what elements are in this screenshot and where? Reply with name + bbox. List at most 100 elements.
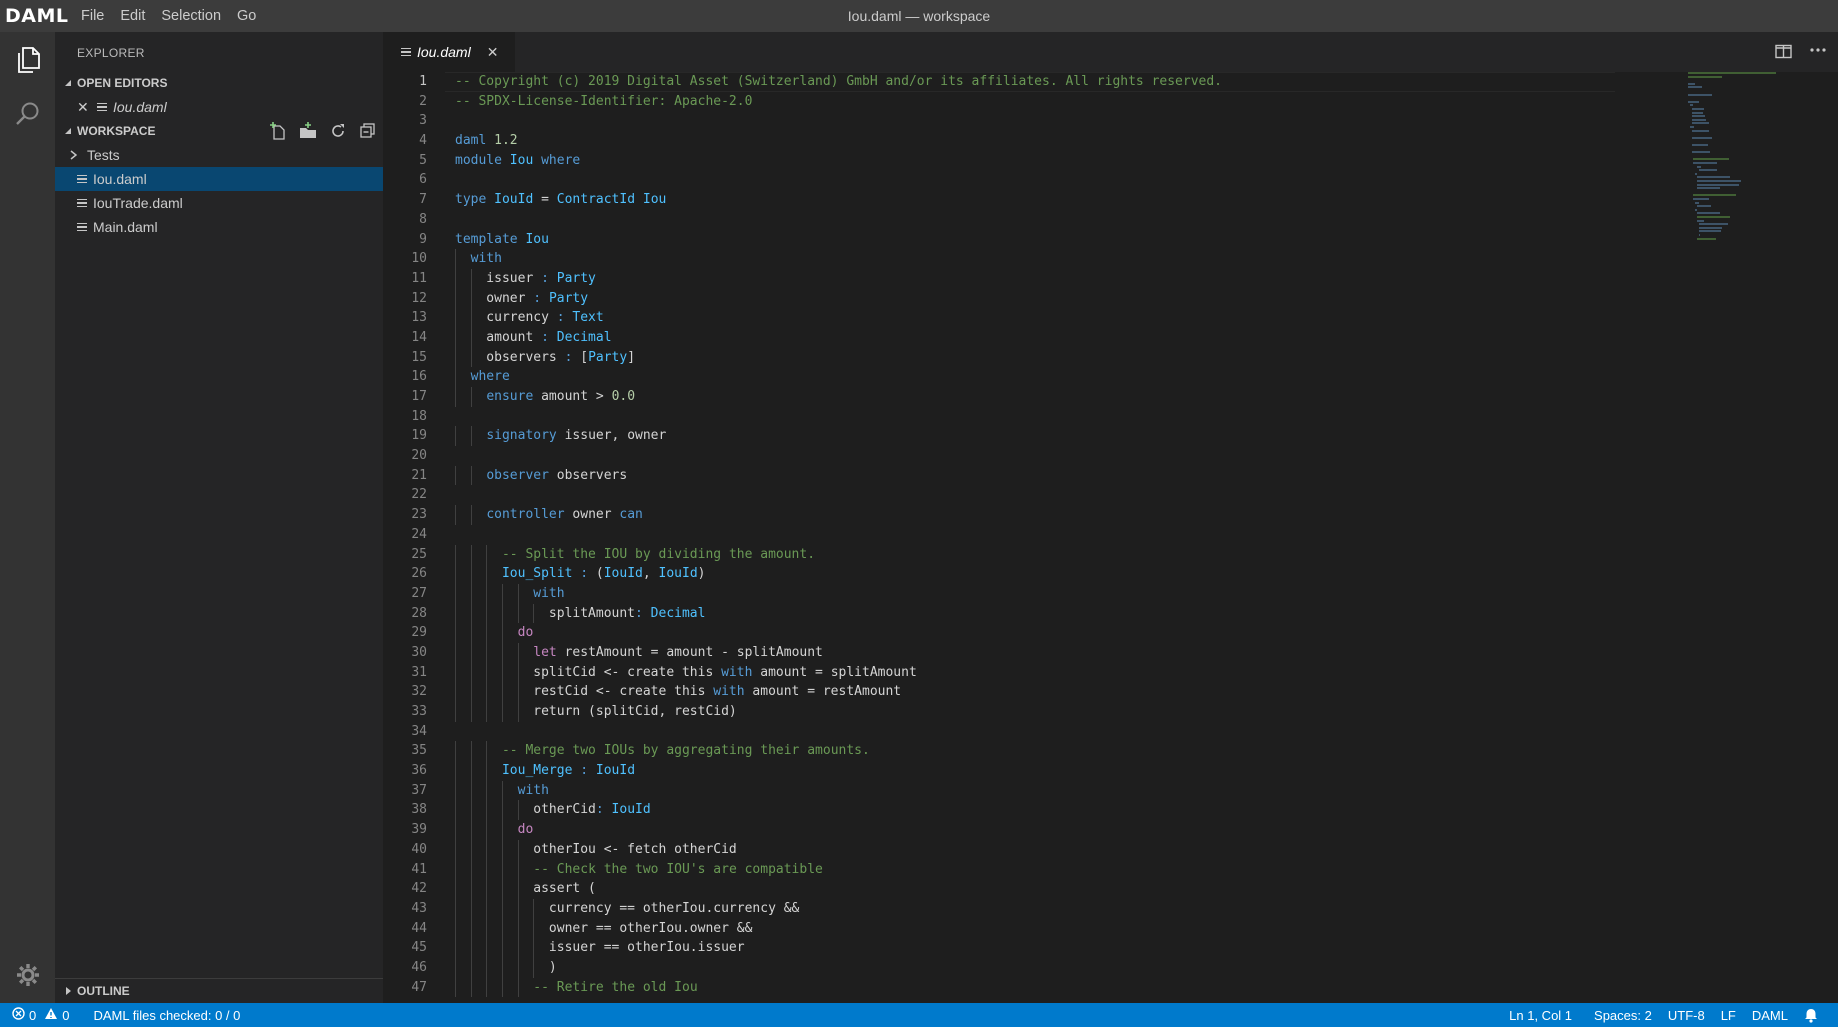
minimap-line: [1689, 126, 1695, 128]
files-icon[interactable]: [0, 46, 55, 74]
tree-item-iou[interactable]: Iou.daml: [55, 167, 383, 191]
encoding[interactable]: UTF-8: [1660, 1008, 1713, 1023]
code-editor[interactable]: 1 -- Copyright (c) 2019 Digital Asset (Sw…: [383, 72, 1838, 1003]
minimap-line: [1698, 234, 1700, 236]
line-number: 26: [411, 566, 427, 582]
line-number: 5: [419, 152, 427, 168]
minimap-line: [1698, 230, 1722, 233]
code-text: issuer == otherIou.issuer: [455, 940, 745, 956]
open-editors-header[interactable]: OPEN EDITORS: [55, 71, 383, 95]
menu-file[interactable]: File: [73, 0, 112, 32]
code-text: template Iou: [455, 231, 549, 247]
file-icon: [401, 46, 411, 59]
status-message[interactable]: DAML files checked: 0 / 0: [85, 1008, 248, 1023]
line-number: 6: [419, 172, 427, 188]
split-editor-icon[interactable]: [1775, 44, 1793, 65]
code-line: 15 observers : [Party]: [383, 347, 1683, 368]
tree-item-tests[interactable]: Tests: [55, 143, 383, 167]
minimap-line: [1691, 108, 1705, 110]
line-number: 34: [411, 723, 427, 739]
line-number: 1: [419, 74, 427, 89]
status-right: Ln 1, Col 1 Spaces: 2 UTF-8 LF DAML: [1501, 1003, 1826, 1027]
minimap-line: [1697, 165, 1701, 168]
cursor-position[interactable]: Ln 1, Col 1: [1501, 1008, 1580, 1023]
file-icon: [97, 101, 107, 114]
menu-edit[interactable]: Edit: [112, 0, 153, 32]
end-of-line[interactable]: LF: [1713, 1008, 1744, 1023]
code-line: 19 signatory issuer, owner: [383, 426, 1683, 447]
tab-iou-daml[interactable]: Iou.daml ✕: [383, 32, 515, 72]
app-logo: DAML: [5, 5, 69, 27]
gear-icon[interactable]: [0, 962, 55, 988]
workspace-actions: [269, 119, 377, 143]
minimap-line: [1688, 75, 1723, 78]
workspace-header[interactable]: WORKSPACE: [55, 119, 383, 143]
code-text: -- Merge two IOUs by aggregating their a…: [501, 743, 870, 759]
menu-selection[interactable]: Selection: [153, 0, 229, 32]
minimap[interactable]: [1688, 72, 1798, 272]
line-number: 18: [411, 408, 427, 424]
refresh-icon[interactable]: [329, 122, 347, 140]
line-number: 37: [411, 782, 427, 798]
tree-item-ioutrade[interactable]: IouTrade.daml: [55, 191, 383, 215]
code-line: 30 let restAmount = amount - splitAmount: [383, 642, 1683, 663]
code-text: ): [455, 959, 557, 975]
code-text: amount : Decimal: [455, 329, 612, 345]
code-text: with: [533, 585, 565, 601]
search-icon[interactable]: [0, 100, 55, 128]
line-number: 16: [411, 369, 427, 385]
chevron-right-icon: [65, 150, 81, 160]
code-text: assert (: [455, 881, 596, 897]
minimap-line: [1697, 205, 1711, 208]
code-text: observer observers: [486, 467, 628, 483]
code-text: restCid <- create this with amount = res…: [455, 684, 902, 700]
outline-label: OUTLINE: [77, 983, 130, 998]
code-line: 29 do: [383, 623, 1683, 643]
close-icon[interactable]: ✕: [77, 99, 93, 116]
code-line: 20: [383, 446, 1683, 466]
line-number: 28: [411, 605, 427, 621]
tree-item-main[interactable]: Main.daml: [55, 215, 383, 239]
more-actions-icon[interactable]: [1809, 42, 1827, 63]
code-line: 8: [383, 210, 1683, 230]
code-lines: 1 -- Copyright (c) 2019 Digital Asset (Sw…: [383, 72, 1683, 998]
language-mode[interactable]: DAML: [1744, 1008, 1796, 1023]
line-number: 19: [411, 428, 427, 444]
code-line: 17 ensure amount > 0.0: [383, 387, 1683, 407]
menu-go[interactable]: Go: [229, 0, 264, 32]
code-line: 28 splitAmount: Decimal: [383, 603, 1683, 624]
minimap-line: [1691, 115, 1706, 118]
minimap-line: [1693, 162, 1717, 164]
close-icon[interactable]: ✕: [487, 44, 499, 61]
code-text: issuer : Party: [455, 270, 596, 286]
error-icon: [12, 1007, 25, 1023]
code-line: 5 module Iou where: [383, 151, 1683, 171]
chevron-down-icon: [55, 127, 77, 135]
new-file-icon[interactable]: [269, 122, 287, 140]
code-line: 4 daml 1.2: [383, 131, 1683, 151]
chevron-right-icon: [55, 986, 77, 996]
new-folder-icon[interactable]: [299, 122, 317, 140]
code-line: 41 -- Check the two IOU's are compatible: [383, 859, 1683, 880]
line-number: 29: [411, 625, 427, 641]
bell-icon[interactable]: [1796, 1008, 1826, 1023]
code-text: -- Copyright (c) 2019 Digital Asset (Swi…: [455, 74, 1223, 89]
minimap-line: [1688, 82, 1696, 85]
collapse-all-icon[interactable]: [359, 122, 377, 140]
code-line: 38 otherCid: IouId: [383, 800, 1683, 821]
line-number: 36: [411, 763, 427, 779]
chevron-down-icon: [55, 79, 77, 87]
code-text: let restAmount = amount - splitAmount: [533, 644, 823, 660]
line-number: 47: [411, 979, 427, 995]
minimap-line: [1688, 93, 1713, 96]
code-line: 11 issuer : Party: [383, 268, 1683, 289]
indentation[interactable]: Spaces: 2: [1586, 1008, 1660, 1023]
outline-header[interactable]: OUTLINE: [55, 978, 383, 1002]
code-text: otherIou <- fetch otherCid: [455, 841, 737, 857]
open-editor-item[interactable]: ✕ Iou.daml: [55, 95, 383, 119]
code-text: ensure amount > 0.0: [486, 389, 636, 404]
problems-indicator[interactable]: 0 0: [0, 1007, 77, 1023]
sidebar-title: EXPLORER: [77, 46, 145, 60]
code-line: 9 template Iou: [383, 230, 1683, 250]
minimap-line: [1693, 198, 1709, 200]
